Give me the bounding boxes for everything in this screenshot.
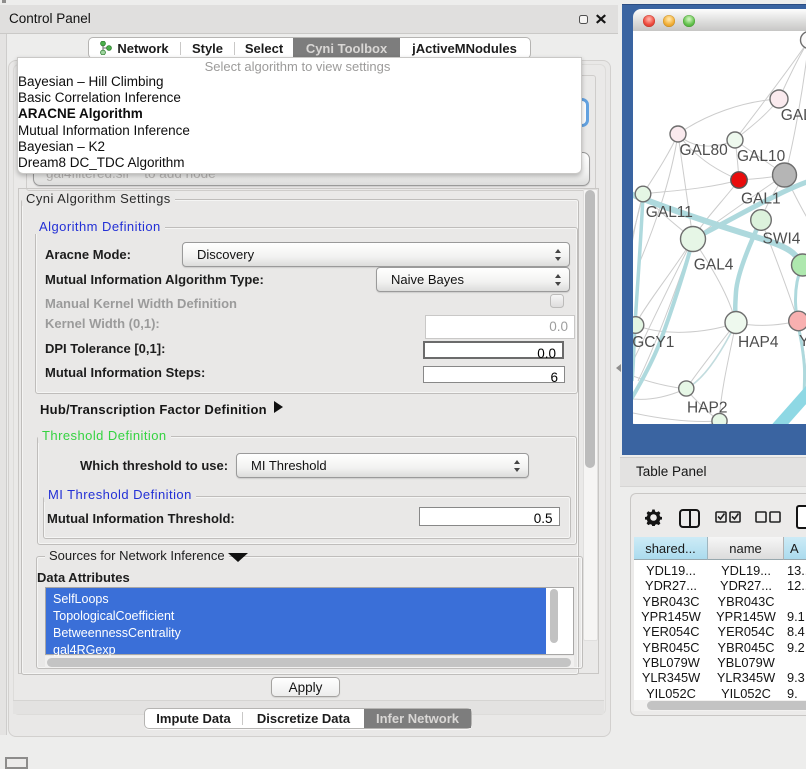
svg-text:YJL219W: YJL219W xyxy=(799,333,806,350)
svg-text:GAL7: GAL7 xyxy=(781,107,806,124)
svg-text:GAL4: GAL4 xyxy=(694,257,734,274)
svg-text:HAP2: HAP2 xyxy=(687,400,728,417)
svg-text:GAL10: GAL10 xyxy=(737,148,786,165)
svg-text:GAL11: GAL11 xyxy=(646,204,693,221)
svg-text:HAP4: HAP4 xyxy=(738,334,779,351)
svg-text:GAL80: GAL80 xyxy=(680,142,729,159)
svg-text:GAL1: GAL1 xyxy=(741,191,781,208)
svg-text:SWI4: SWI4 xyxy=(763,231,801,248)
svg-text:GCY1: GCY1 xyxy=(633,334,674,351)
